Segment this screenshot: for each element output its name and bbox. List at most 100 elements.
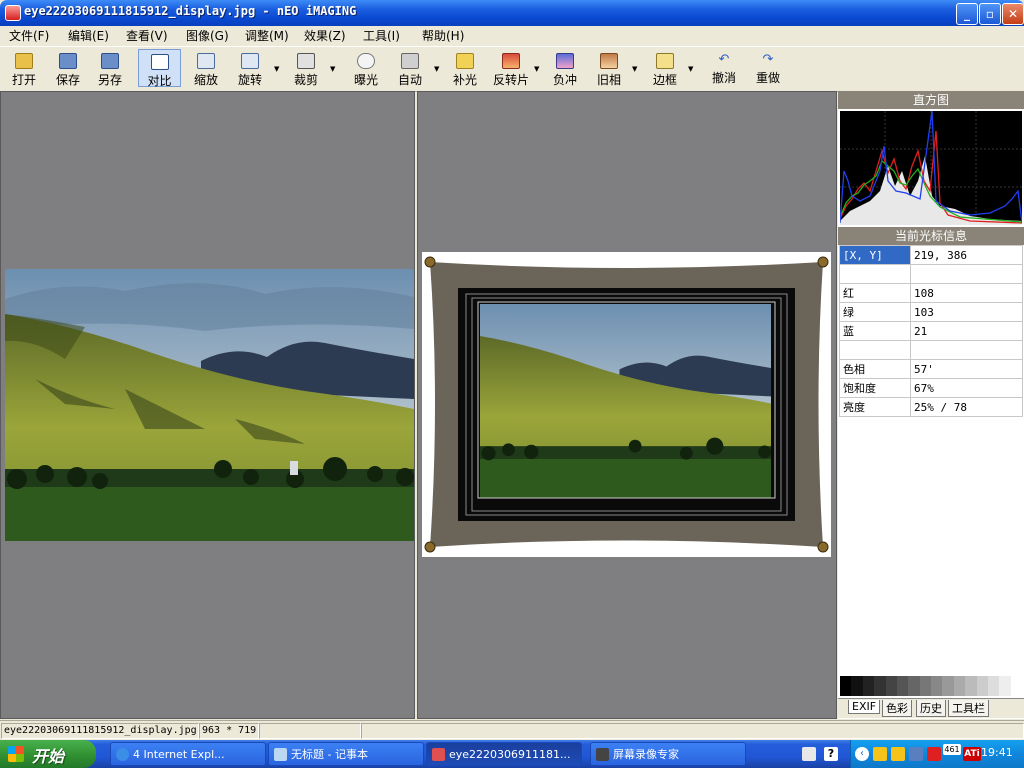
notepad-icon bbox=[274, 748, 287, 761]
screen-recorder-icon bbox=[596, 748, 609, 761]
close-button[interactable]: ✕ bbox=[1002, 3, 1024, 25]
status-bar: eye22203069111815912_display.jpg 963 * 7… bbox=[0, 720, 1024, 740]
framed-photo bbox=[422, 252, 831, 557]
clock[interactable]: 19:41 bbox=[981, 746, 1013, 759]
zoom-button[interactable]: 缩放 bbox=[186, 49, 226, 87]
undo-button[interactable]: ↶ 撤消 bbox=[704, 49, 744, 87]
compare-icon bbox=[150, 54, 169, 70]
keyboard-icon[interactable] bbox=[802, 747, 816, 761]
rotate-button[interactable]: 旋转 bbox=[230, 49, 270, 87]
slide-film-dropdown[interactable]: ▼ bbox=[534, 65, 539, 73]
title-bar[interactable]: eye22203069111815912_display.jpg - nEO i… bbox=[0, 0, 1024, 26]
tab-toolbar[interactable]: 工具栏 bbox=[948, 700, 989, 717]
neo-imaging-icon bbox=[432, 748, 445, 761]
cursor-info-title: 当前光标信息 bbox=[838, 227, 1024, 245]
menu-effects[interactable]: 效果(Z) bbox=[304, 27, 346, 44]
save-as-button[interactable]: 另存 bbox=[90, 49, 130, 87]
toolbar: 打开 保存 另存 对比 缩放 旋转 ▼ 裁剪 ▼ 曝光 自动 ▼ 补光 反转片 … bbox=[0, 46, 1024, 92]
ie-icon bbox=[116, 748, 129, 761]
compare-button[interactable]: 对比 bbox=[138, 49, 181, 88]
save-button[interactable]: 保存 bbox=[48, 49, 88, 87]
info-row-green: 绿 103 bbox=[839, 302, 1023, 322]
info-row-blank bbox=[839, 264, 1023, 284]
border-button[interactable]: 边框 bbox=[645, 49, 685, 87]
old-photo-icon bbox=[600, 53, 618, 69]
menu-help[interactable]: 帮助(H) bbox=[422, 27, 464, 44]
system-tray: ‹ 461 ATi 19:41 bbox=[850, 740, 1024, 768]
tab-exif[interactable]: EXIF bbox=[848, 700, 881, 714]
menu-tools[interactable]: 工具(I) bbox=[363, 27, 400, 44]
tab-history[interactable]: 历史 bbox=[916, 700, 946, 717]
histogram-title: 直方图 bbox=[838, 91, 1024, 109]
crop-button[interactable]: 裁剪 bbox=[286, 49, 326, 87]
status-dimensions: 963 * 719 bbox=[199, 723, 259, 739]
zoom-icon bbox=[197, 53, 215, 69]
rotate-icon bbox=[241, 53, 259, 69]
open-button[interactable]: 打开 bbox=[4, 49, 44, 87]
network-icon[interactable] bbox=[909, 747, 923, 761]
grayscale-strip bbox=[840, 676, 1022, 696]
fill-light-icon bbox=[456, 53, 474, 69]
crop-dropdown[interactable]: ▼ bbox=[330, 65, 335, 73]
exposure-icon bbox=[357, 53, 375, 69]
redo-icon: ↷ bbox=[762, 52, 774, 67]
result-image-pane[interactable] bbox=[417, 91, 837, 719]
taskbar: 开始 4 Internet Expl... 无标题 - 记事本 eye22203… bbox=[0, 740, 1024, 768]
save-disk-icon bbox=[59, 53, 77, 69]
ati-icon[interactable]: ATi bbox=[963, 747, 981, 761]
minimize-button[interactable]: _ bbox=[956, 3, 978, 25]
panel-tabs: EXIF 色彩 历史 工具栏 bbox=[838, 698, 1024, 718]
histogram-chart bbox=[840, 111, 1022, 225]
rotate-dropdown[interactable]: ▼ bbox=[274, 65, 279, 73]
task-notepad[interactable]: 无标题 - 记事本 bbox=[268, 742, 424, 766]
maximize-button[interactable]: ▫ bbox=[979, 3, 1001, 25]
tab-color[interactable]: 色彩 bbox=[882, 700, 912, 717]
border-icon bbox=[656, 53, 674, 69]
task-neo-imaging[interactable]: eye2220306911181... bbox=[426, 742, 582, 766]
save-as-icon bbox=[101, 53, 119, 69]
cursor-info-table: [X, Y] 219, 386 红 108 绿 103 蓝 21 色相 57' 饱和度 67… bbox=[839, 245, 1023, 417]
old-photo-dropdown[interactable]: ▼ bbox=[632, 65, 637, 73]
task-internet-explorer[interactable]: 4 Internet Expl... bbox=[110, 742, 266, 766]
menu-file[interactable]: 文件(F) bbox=[9, 27, 49, 44]
tray-expand-icon[interactable]: ‹ bbox=[855, 747, 869, 761]
cross-process-button[interactable]: 负冲 bbox=[545, 49, 585, 87]
original-photo bbox=[5, 269, 414, 541]
menu-adjust[interactable]: 调整(M) bbox=[245, 27, 289, 44]
info-row-brightness: 亮度 25% / 78 bbox=[839, 397, 1023, 417]
info-row-red: 红 108 bbox=[839, 283, 1023, 303]
fill-light-button[interactable]: 补光 bbox=[445, 49, 485, 87]
info-side-panel: 直方图 当前光标信息 [X, Y] 219, 386 红 108 绿 103 蓝 21 … bbox=[838, 91, 1024, 719]
menu-view[interactable]: 查看(V) bbox=[126, 27, 168, 44]
status-cell bbox=[361, 723, 1024, 739]
original-image-pane[interactable] bbox=[0, 91, 415, 719]
status-cell bbox=[259, 723, 361, 739]
info-row-xy: [X, Y] 219, 386 bbox=[839, 245, 1023, 265]
slide-film-icon bbox=[502, 53, 520, 69]
start-button[interactable]: 开始 bbox=[0, 740, 96, 768]
auto-button[interactable]: 自动 bbox=[390, 49, 430, 87]
undo-icon: ↶ bbox=[718, 52, 730, 67]
menu-edit[interactable]: 编辑(E) bbox=[68, 27, 109, 44]
windows-flag-icon bbox=[8, 746, 24, 762]
help-icon[interactable]: ? bbox=[824, 747, 838, 761]
auto-dropdown[interactable]: ▼ bbox=[434, 65, 439, 73]
qq-icon[interactable] bbox=[891, 747, 905, 761]
info-row-blue: 蓝 21 bbox=[839, 321, 1023, 341]
auto-icon bbox=[401, 53, 419, 69]
redo-button[interactable]: ↷ 重做 bbox=[748, 49, 788, 87]
exposure-button[interactable]: 曝光 bbox=[346, 49, 386, 87]
app-icon bbox=[5, 5, 21, 21]
cross-process-icon bbox=[556, 53, 574, 69]
crop-icon bbox=[297, 53, 315, 69]
border-dropdown[interactable]: ▼ bbox=[688, 65, 693, 73]
info-row-blank bbox=[839, 340, 1023, 360]
qq-icon[interactable] bbox=[873, 747, 887, 761]
menu-bar: 文件(F) 编辑(E) 查看(V) 图像(G) 调整(M) 效果(Z) 工具(I… bbox=[0, 26, 1024, 45]
menu-image[interactable]: 图像(G) bbox=[186, 27, 229, 44]
slide-film-button[interactable]: 反转片 bbox=[488, 49, 534, 87]
tray-badge[interactable]: 461 bbox=[943, 744, 961, 755]
antivirus-icon[interactable] bbox=[927, 747, 941, 761]
old-photo-button[interactable]: 旧相 bbox=[589, 49, 629, 87]
task-screen-recorder[interactable]: 屏幕录像专家 bbox=[590, 742, 746, 766]
